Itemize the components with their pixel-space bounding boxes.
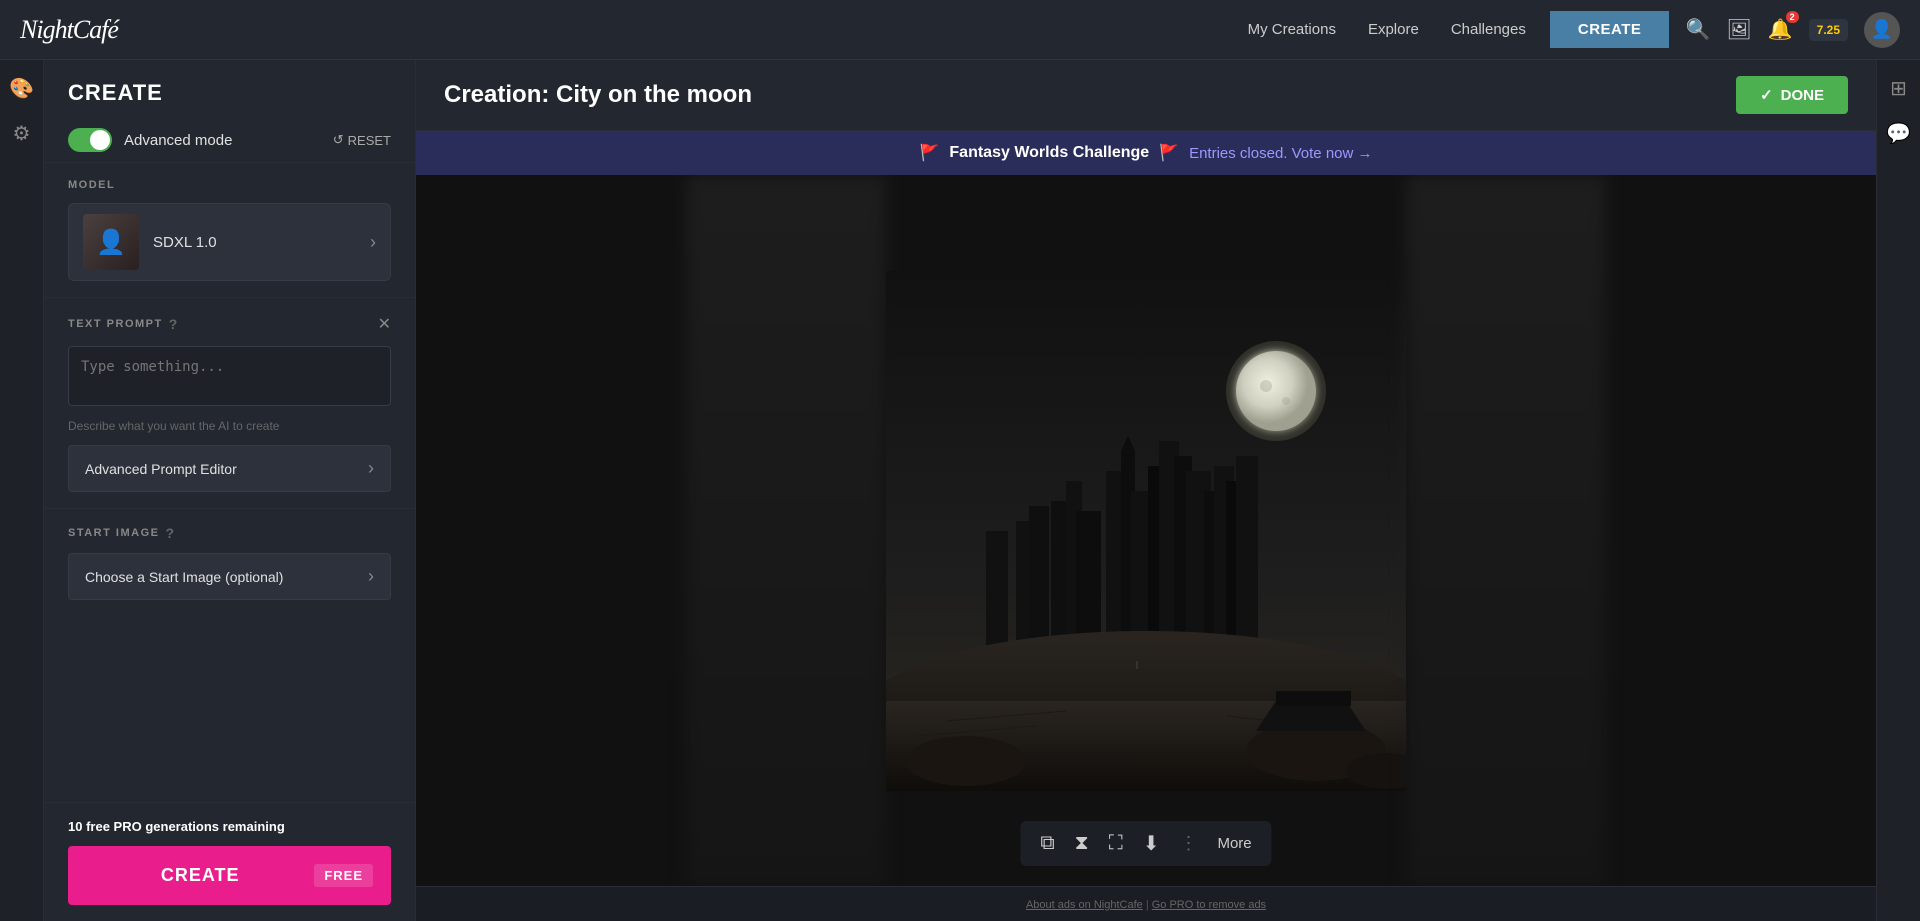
start-image-section: START IMAGE ? Choose a Start Image (opti… <box>44 508 415 616</box>
main-image-container: ⧉ ⧗ ⛶ ⬇ ⋮ More <box>886 175 1406 886</box>
credits-badge: 7.25 <box>1809 19 1848 41</box>
model-thumbnail: 👤 <box>83 214 139 270</box>
start-image-chevron-icon: › <box>368 566 374 587</box>
top-nav: NightCafé My Creations Explore Challenge… <box>0 0 1920 60</box>
text-prompt-input[interactable] <box>68 346 391 406</box>
notification-badge: 2 <box>1786 11 1799 23</box>
about-ads-link[interactable]: About ads on NightCafe <box>1026 899 1143 911</box>
reset-icon: ↺ <box>333 132 344 148</box>
notification-icon[interactable]: 🔔 2 <box>1768 17 1793 42</box>
nav-create-button[interactable]: CREATE <box>1550 11 1670 48</box>
challenge-banner: 🚩 Fantasy Worlds Challenge 🚩 Entries clo… <box>416 131 1876 175</box>
settings-icon[interactable]: ⚙ <box>13 121 31 146</box>
sidebar: CREATE Advanced mode ↺ RESET MODEL 👤 SDX… <box>44 60 416 921</box>
advanced-prompt-chevron-icon: › <box>368 458 374 479</box>
nav-links: My Creations Explore Challenges <box>1248 21 1526 38</box>
prompt-action-icon[interactable]: ✕ <box>378 314 391 334</box>
done-button[interactable]: ✓ DONE <box>1736 76 1848 114</box>
start-image-help-icon[interactable]: ? <box>165 525 175 541</box>
advanced-mode-label: Advanced mode <box>124 132 232 149</box>
gallery-icon[interactable]: ⊞ <box>1890 76 1907 101</box>
search-icon[interactable]: 🔍 <box>1685 17 1710 42</box>
main-layout: 🎨 ⚙ CREATE Advanced mode ↺ RESET MODEL <box>0 60 1920 921</box>
chat-icon[interactable]: 💬 <box>1886 121 1911 146</box>
model-name: SDXL 1.0 <box>153 234 356 251</box>
nav-icons: 🔍 🖼 🔔 2 7.25 👤 <box>1685 12 1900 48</box>
sidebar-title: CREATE <box>68 80 391 106</box>
prompt-hint: Describe what you want the AI to create <box>68 419 391 433</box>
free-generations-label: free PRO generations remaining <box>86 819 285 834</box>
toggle-knob <box>90 130 110 150</box>
fullscreen-icon[interactable]: ⛶ <box>1109 832 1123 855</box>
sidebar-bottom: 10 free PRO generations remaining CREATE… <box>44 802 415 921</box>
reset-label: RESET <box>348 133 391 148</box>
advanced-mode-row: Advanced mode ↺ RESET <box>44 118 415 162</box>
start-image-section-label: START IMAGE ? <box>68 525 391 541</box>
checkmark-icon: ✓ <box>1760 86 1773 104</box>
free-generations-text: 10 free PRO generations remaining <box>68 819 391 834</box>
footer: About ads on NightCafe | Go PRO to remov… <box>416 886 1876 921</box>
model-chevron-icon: › <box>370 232 376 253</box>
icon-strip: 🎨 ⚙ <box>0 60 44 921</box>
right-panel: ⊞ 💬 <box>1876 60 1920 921</box>
main-content: Creation: City on the moon ✓ DONE 🚩 Fant… <box>416 60 1876 921</box>
challenge-vote-link[interactable]: Entries closed. Vote now → <box>1189 145 1372 162</box>
nav-my-creations[interactable]: My Creations <box>1248 21 1336 38</box>
reset-button[interactable]: ↺ RESET <box>333 132 391 148</box>
left-blur-image <box>686 175 886 886</box>
model-section-label: MODEL <box>68 179 391 191</box>
creation-header: Creation: City on the moon ✓ DONE <box>416 60 1876 131</box>
create-button-label: CREATE <box>86 865 314 886</box>
create-free-button[interactable]: CREATE FREE <box>68 846 391 905</box>
start-image-button[interactable]: Choose a Start Image (optional) › <box>68 553 391 600</box>
challenge-name: Fantasy Worlds Challenge <box>949 144 1149 162</box>
advanced-prompt-editor-button[interactable]: Advanced Prompt Editor › <box>68 445 391 492</box>
footer-text: About ads on NightCafe | Go PRO to remov… <box>1026 899 1266 911</box>
text-prompt-help-icon[interactable]: ? <box>169 316 179 332</box>
download-icon[interactable]: ⬇ <box>1143 831 1160 856</box>
text-prompt-label: TEXT PROMPT ? <box>68 316 179 332</box>
text-prompt-section: TEXT PROMPT ? ✕ Describe what you want t… <box>44 297 415 508</box>
image-area: ⧉ ⧗ ⛶ ⬇ ⋮ More <box>416 175 1876 886</box>
nav-explore[interactable]: Explore <box>1368 21 1419 38</box>
more-button[interactable]: More <box>1217 835 1251 852</box>
text-prompt-header: TEXT PROMPT ? ✕ <box>68 314 391 334</box>
go-pro-link[interactable]: Go PRO to remove ads <box>1152 899 1266 911</box>
right-blur-image <box>1406 175 1606 886</box>
toolbar-separator: ⋮ <box>1179 833 1197 854</box>
logo: NightCafé <box>20 15 118 45</box>
challenge-emoji-left: 🚩 <box>919 143 939 163</box>
model-section: MODEL 👤 SDXL 1.0 › <box>44 162 415 297</box>
copy-icon[interactable]: ⧉ <box>1040 832 1054 855</box>
image-icon[interactable]: 🖼 <box>1726 17 1751 42</box>
timer-icon[interactable]: ⧗ <box>1075 832 1089 855</box>
creation-title: Creation: City on the moon <box>444 81 1736 109</box>
model-thumb-image: 👤 <box>83 214 139 270</box>
palette-icon[interactable]: 🎨 <box>9 76 34 101</box>
city-on-moon-image <box>886 271 1406 791</box>
model-card[interactable]: 👤 SDXL 1.0 › <box>68 203 391 281</box>
nav-challenges[interactable]: Challenges <box>1451 21 1526 38</box>
advanced-mode-toggle[interactable] <box>68 128 112 152</box>
user-avatar[interactable]: 👤 <box>1864 12 1900 48</box>
prompt-actions: ✕ <box>378 314 391 334</box>
sidebar-header: CREATE <box>44 60 415 118</box>
free-generations-count: 10 <box>68 819 82 834</box>
challenge-emoji-right: 🚩 <box>1159 143 1179 163</box>
free-tag: FREE <box>314 864 373 887</box>
image-toolbar: ⧉ ⧗ ⛶ ⬇ ⋮ More <box>1020 821 1271 866</box>
